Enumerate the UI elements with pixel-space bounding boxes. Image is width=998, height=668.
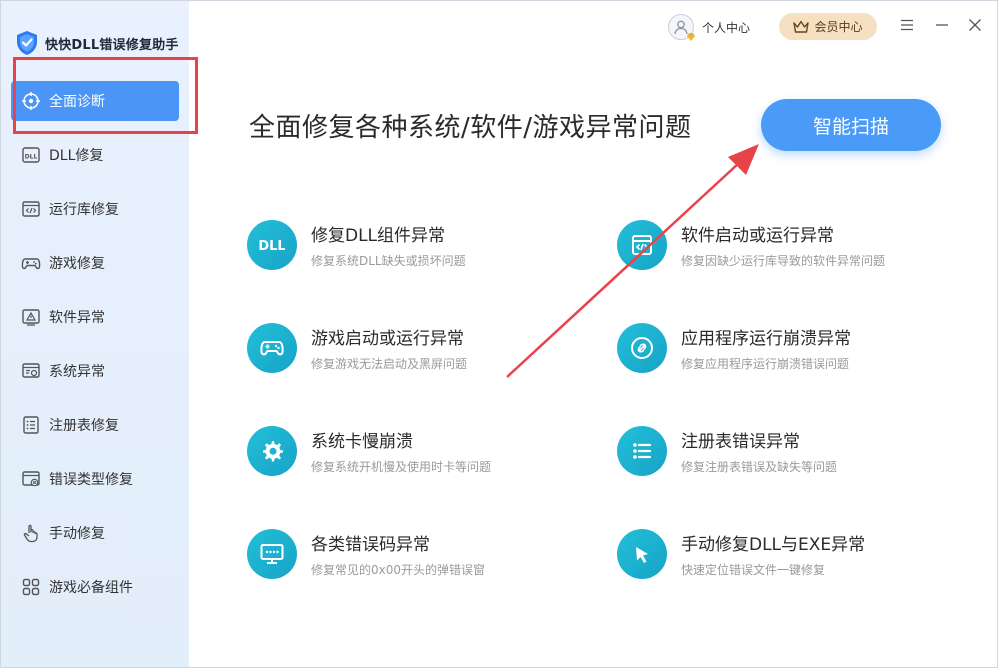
crown-icon	[793, 20, 810, 33]
brand: 快快DLL错误修复助手	[15, 29, 179, 57]
feature-title: 软件启动或运行异常	[681, 226, 834, 246]
sidebar-item-label: 全面诊断	[49, 94, 105, 110]
sidebar-item-system-error[interactable]: 系统异常	[11, 351, 179, 391]
feature-title: 注册表错误异常	[681, 432, 800, 452]
sidebar-item-game-repair[interactable]: 游戏修复	[11, 243, 179, 283]
app-title: 快快DLL错误修复助手	[45, 37, 179, 53]
sidebar: 快快DLL错误修复助手 全面诊断 DLL DLL修复运行库修复游戏修复软件异常系统异…	[1, 1, 189, 667]
page-title: 全面修复各种系统/软件/游戏异常问题	[249, 113, 692, 143]
gear-icon	[247, 426, 297, 476]
crosshair-icon	[21, 91, 41, 111]
feature-app-crash[interactable]: 应用程序运行崩溃异常修复应用程序运行崩溃错误问题	[617, 323, 851, 373]
dll-badge-icon: DLL	[247, 220, 297, 270]
sidebar-item-error-type-repair[interactable]: 错误类型修复	[11, 459, 179, 499]
sidebar-item-game-components[interactable]: 游戏必备组件	[11, 567, 179, 607]
sidebar-item-dll-repair[interactable]: DLL DLL修复	[11, 135, 179, 175]
vip-center-label: 会员中心	[814, 20, 863, 34]
sidebar-item-diagnose[interactable]: 全面诊断	[11, 81, 179, 121]
feature-title: 游戏启动或运行异常	[311, 329, 464, 349]
feature-title: 手动修复DLL与EXE异常	[681, 535, 866, 555]
dll-file-icon: DLL	[21, 145, 41, 165]
app-window: 快快DLL错误修复助手 全面诊断 DLL DLL修复运行库修复游戏修复软件异常系统异…	[0, 0, 998, 668]
feature-error-code[interactable]: 各类错误码异常修复常见的0x00开头的弹错误窗	[247, 529, 485, 579]
sidebar-item-label: DLL修复	[49, 148, 104, 164]
grid-icon	[21, 577, 41, 597]
sidebar-item-registry-repair[interactable]: 注册表修复	[11, 405, 179, 445]
sidebar-item-label: 注册表修复	[49, 418, 119, 434]
vip-diamond-icon	[687, 33, 695, 41]
avatar	[668, 14, 695, 41]
close-icon	[969, 19, 981, 31]
link-icon	[617, 323, 667, 373]
sidebar-item-label: 游戏必备组件	[49, 580, 133, 596]
feature-description: 修复因缺少运行库导致的软件异常问题	[681, 254, 886, 268]
feature-dll-component[interactable]: DLL 修复DLL组件异常修复系统DLL缺失或损坏问题	[247, 220, 466, 270]
list-icon	[21, 415, 41, 435]
feature-title: 应用程序运行崩溃异常	[681, 329, 851, 349]
feature-title: 修复DLL组件异常	[311, 226, 446, 246]
error-window-icon	[21, 469, 41, 489]
sidebar-item-label: 运行库修复	[49, 202, 119, 218]
feature-description: 修复常见的0x00开头的弹错误窗	[311, 563, 486, 577]
user-center-label: 个人中心	[702, 20, 751, 35]
feature-description: 修复应用程序运行崩溃错误问题	[681, 357, 850, 371]
feature-system-slow[interactable]: 系统卡慢崩溃修复系统开机慢及使用时卡等问题	[247, 426, 491, 476]
feature-description: 修复系统DLL缺失或损坏问题	[311, 254, 466, 268]
close-button[interactable]	[965, 15, 985, 35]
feature-description: 快速定位错误文件一键修复	[681, 563, 826, 577]
feature-game-startup[interactable]: 游戏启动或运行异常修复游戏无法启动及黑屏问题	[247, 323, 467, 373]
hand-pointer-icon	[21, 523, 41, 543]
vip-center-button[interactable]: 会员中心	[779, 13, 877, 40]
sidebar-item-software-error[interactable]: 软件异常	[11, 297, 179, 337]
code-window-icon	[21, 199, 41, 219]
feature-description: 修复注册表错误及缺失等问题	[681, 460, 838, 474]
smart-scan-button[interactable]: 智能扫描	[761, 99, 941, 151]
list-icon	[617, 426, 667, 476]
minimize-button[interactable]	[932, 15, 952, 35]
feature-title: 系统卡慢崩溃	[311, 432, 413, 452]
gamepad-icon	[247, 323, 297, 373]
svg-text:DLL: DLL	[259, 239, 285, 254]
menu-button[interactable]	[897, 15, 917, 35]
sidebar-item-label: 手动修复	[49, 526, 105, 542]
warning-icon	[21, 307, 41, 327]
code-window-icon	[617, 220, 667, 270]
feature-description: 修复系统开机慢及使用时卡等问题	[311, 460, 492, 474]
user-center-button[interactable]: 个人中心	[668, 13, 750, 41]
feature-software-startup[interactable]: 软件启动或运行异常修复因缺少运行库导致的软件异常问题	[617, 220, 885, 270]
feature-manual-dll-exe[interactable]: 手动修复DLL与EXE异常快速定位错误文件一键修复	[617, 529, 865, 579]
minimize-icon	[936, 24, 948, 26]
svg-text:DLL: DLL	[25, 154, 38, 161]
sidebar-item-manual-repair[interactable]: 手动修复	[11, 513, 179, 553]
sidebar-item-label: 游戏修复	[49, 256, 105, 272]
sidebar-item-runtime-repair[interactable]: 运行库修复	[11, 189, 179, 229]
hamburger-icon	[901, 19, 913, 31]
pointer-icon	[617, 529, 667, 579]
feature-description: 修复游戏无法启动及黑屏问题	[311, 357, 468, 371]
sidebar-item-label: 软件异常	[49, 310, 105, 326]
shield-logo-icon	[17, 31, 37, 55]
monitor-icon	[247, 529, 297, 579]
gamepad-icon	[21, 253, 41, 273]
system-gear-icon	[21, 361, 41, 381]
sidebar-item-label: 系统异常	[49, 364, 105, 380]
feature-registry-error[interactable]: 注册表错误异常修复注册表错误及缺失等问题	[617, 426, 837, 476]
sidebar-item-label: 错误类型修复	[49, 472, 133, 488]
feature-title: 各类错误码异常	[311, 535, 430, 555]
